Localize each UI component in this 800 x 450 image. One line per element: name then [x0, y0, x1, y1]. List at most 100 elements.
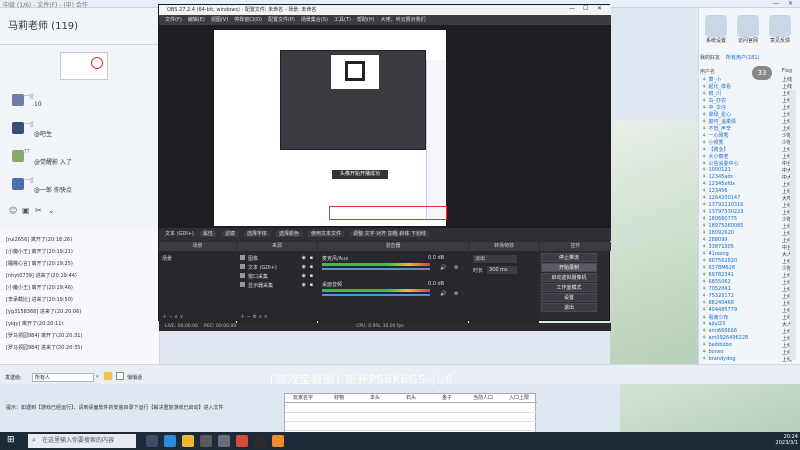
globe-icon[interactable]	[737, 15, 759, 37]
avatar[interactable]	[12, 94, 24, 106]
obs-maximize-icon[interactable]: ☐	[583, 5, 588, 12]
source-item[interactable]: 文本 (GDI+) ◉ ▪	[240, 264, 314, 271]
user-row[interactable]: ⚘ 1000121 中大	[702, 167, 794, 174]
control-button[interactable]: 工作室模式	[541, 283, 597, 292]
visibility-eye-icon[interactable]: ◉	[302, 255, 306, 261]
user-row[interactable]: ⚘ 12345xfdx 上线	[702, 181, 794, 188]
obs-menu-item[interactable]: 文件(F)	[165, 17, 182, 23]
user-row[interactable]: ⚘ 7052041 上线	[702, 286, 794, 293]
user-row[interactable]: ⚘ ann666666 上线	[702, 328, 794, 335]
user-row[interactable]: ⚘ 6855062 上线	[702, 279, 794, 286]
avatar[interactable]	[12, 122, 24, 134]
user-row[interactable]: ⚘ 69782341 上线	[702, 272, 794, 279]
speaker-icon[interactable]: 🔊	[440, 265, 446, 271]
control-button[interactable]: 退出	[541, 303, 597, 312]
scene-item[interactable]: 场景	[162, 255, 172, 262]
obs-menu-item[interactable]: 编辑(E)	[188, 17, 205, 23]
user-row[interactable]: ⚘ 123456 上线	[702, 188, 794, 195]
user-row[interactable]: ⚘ 33871305 中台	[702, 244, 794, 251]
user-row[interactable]: ⚘ 1264200147 大吃	[702, 195, 794, 202]
source-toolbar-item[interactable]: 使用文本文件	[307, 231, 344, 237]
user-row[interactable]: ⚘ 13797330223 上线	[702, 209, 794, 216]
user-row[interactable]: ⚘ 18975060085 上线	[702, 223, 794, 230]
tab-1[interactable]: 所有用户(181)	[726, 55, 759, 61]
obs-preview[interactable]: 头像开始开播成功	[159, 25, 611, 228]
task-view-icon[interactable]	[146, 435, 158, 447]
lock-icon[interactable]: ▪	[310, 282, 313, 288]
table-column-header[interactable]: 财物	[321, 394, 357, 403]
obs-menu-item[interactable]: 大佬，听云赛对我们	[381, 17, 426, 23]
column-header[interactable]: 用户名	[700, 69, 715, 75]
user-row[interactable]: ⚘ ajiul23 大人	[702, 321, 794, 328]
obs-menu-item[interactable]: 场景集合(S)	[301, 17, 328, 23]
image-icon[interactable]: ▣	[22, 206, 30, 215]
chevron-down-icon[interactable]: ⌄	[48, 206, 55, 215]
user-row[interactable]: ⚘ 180660775 少陪	[702, 216, 794, 223]
scene-add-button[interactable]: ＋ − ∧ ∨	[162, 313, 183, 320]
lock-icon[interactable]: ▪	[310, 273, 313, 279]
user-row[interactable]: ⚘ 41ooing 大人	[702, 251, 794, 258]
control-button[interactable]: 启动虚拟摄像机	[541, 273, 597, 282]
visibility-eye-icon[interactable]: ◉	[302, 273, 306, 279]
feedback-icon[interactable]	[769, 15, 791, 37]
user-row[interactable]: ⚘ 【商业】 上线	[702, 146, 794, 153]
shared-image-thumbnail[interactable]	[60, 52, 108, 80]
lock-icon[interactable]: ▪	[310, 255, 313, 261]
user-row[interactable]: ⚘ 公信会委中心 中台	[702, 160, 794, 167]
table-column-header[interactable]: 石头	[393, 394, 429, 403]
color-picker-icon[interactable]	[104, 372, 112, 380]
user-row[interactable]: ⚘ am0926496228 上线	[702, 335, 794, 342]
selected-source-bounds[interactable]	[329, 206, 447, 220]
gear-icon[interactable]: ⚙	[454, 291, 458, 297]
user-row[interactable]: ⚘ 中_伞仔 上线	[702, 104, 794, 111]
windows-start-icon[interactable]: ⊞	[7, 435, 15, 445]
tab-0[interactable]: 我的好友	[700, 55, 720, 61]
user-row[interactable]: ⚘ 小倾秀 少陪	[702, 139, 794, 146]
table-column-header[interactable]: 入口上限	[501, 394, 537, 403]
minimize-icon[interactable]: —	[773, 0, 779, 7]
folder-icon[interactable]	[182, 435, 194, 447]
start-recording-button[interactable]: 开始录制	[541, 263, 597, 272]
user-row[interactable]: ⚘ 13792210316 上线	[702, 202, 794, 209]
column-header[interactable]: Flag	[781, 68, 792, 74]
chevron-down-icon[interactable]: ▾	[96, 374, 99, 380]
user-row[interactable]: ⚘ 鸟_亦衣 上线	[702, 97, 794, 104]
user-row[interactable]: ⚘ 萧_小 上线	[702, 76, 794, 83]
source-toolbar-item[interactable]: 文本 (GDI+)	[165, 231, 194, 237]
source-add-button[interactable]: ＋ − ⚙ ∧ ∨	[240, 313, 267, 320]
visibility-eye-icon[interactable]: ◉	[302, 264, 306, 270]
source-toolbar-item[interactable]: 调整 文字 对齐 加粗 斜体 下划线	[349, 231, 429, 237]
source-toolbar-item[interactable]: 属性	[199, 231, 216, 237]
control-button[interactable]: 停止推流	[541, 253, 597, 262]
avatar[interactable]	[12, 150, 24, 162]
orange-app-icon[interactable]	[272, 435, 284, 447]
speaker-icon[interactable]: 🔊	[440, 291, 446, 297]
user-row[interactable]: ⚘ 大小丽老 上线	[702, 153, 794, 160]
duration-input[interactable]: 300 ms	[487, 266, 517, 274]
table-column-header[interactable]: 当前人口	[465, 394, 501, 403]
obs-menu-item[interactable]: 工具(T)	[334, 17, 351, 23]
user-row[interactable]: ⚘ 28092620 上线	[702, 230, 794, 237]
control-button[interactable]: 设置	[541, 293, 597, 302]
obs-menu-item[interactable]: 帮助(H)	[357, 17, 375, 23]
avatar[interactable]	[12, 178, 24, 190]
user-row[interactable]: ⚘ bones 上线	[702, 349, 794, 356]
source-toolbar-item[interactable]: 滤镜	[221, 231, 238, 237]
user-row[interactable]: ⚘ 6378M628 少陪	[702, 265, 794, 272]
table-column-header[interactable]: 金子	[429, 394, 465, 403]
table-column-header[interactable]: 本头	[357, 394, 393, 403]
source-item[interactable]: 图像 ◉ ▪	[240, 255, 314, 262]
user-row[interactable]: ⚘ 404485779 上线	[702, 307, 794, 314]
lock-icon[interactable]: ▪	[310, 264, 313, 270]
emoji-icon[interactable]: ☺	[9, 206, 17, 215]
close-icon[interactable]: ✕	[788, 0, 793, 7]
user-row[interactable]: ⚘ baibbobo 上线	[702, 342, 794, 349]
user-row[interactable]: ⚘ 88240466 上线	[702, 300, 794, 307]
private-checkbox[interactable]	[116, 372, 124, 380]
obs-menu-item[interactable]: 视图(V)	[211, 17, 228, 23]
obs-minimize-icon[interactable]: —	[569, 5, 575, 12]
obs-menu-item[interactable]: 配置文件(P)	[268, 17, 295, 23]
transition-select[interactable]: 淡出	[473, 255, 517, 263]
dark-app-icon[interactable]	[254, 435, 266, 447]
user-row[interactable]: ⚘ 不低_声辛 上线	[702, 125, 794, 132]
